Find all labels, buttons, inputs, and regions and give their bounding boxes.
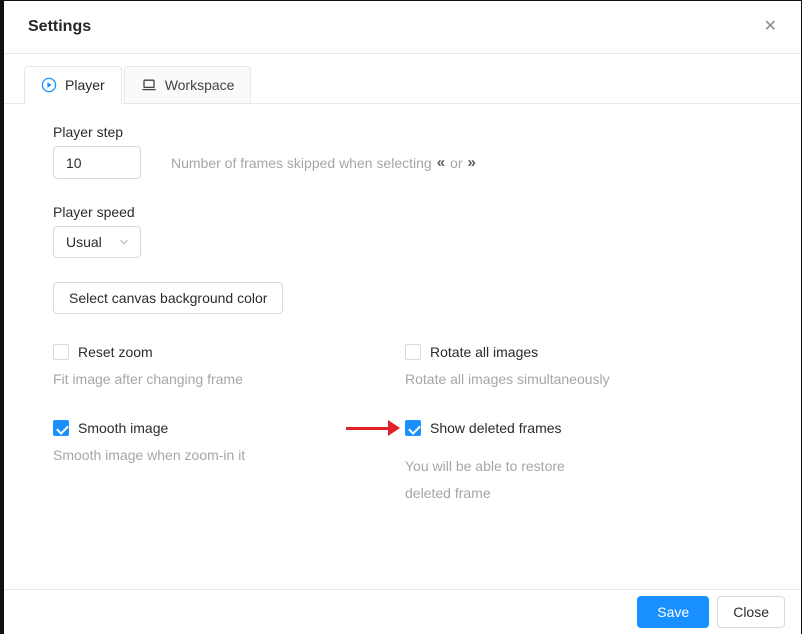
settings-modal: Settings ✕ Player Workspace Pl — [4, 1, 801, 634]
rotate-all-images-checkbox[interactable]: Rotate all images — [405, 341, 777, 363]
player-step-hint-or: or — [450, 155, 462, 171]
save-button[interactable]: Save — [637, 596, 709, 628]
modal-header: Settings ✕ — [4, 1, 801, 54]
player-step-hint-text: Number of frames skipped when selecting — [171, 155, 432, 171]
double-left-chevron-icon: « — [437, 154, 445, 171]
checkbox-box[interactable] — [53, 420, 69, 436]
player-speed-value: Usual — [66, 234, 102, 250]
reset-zoom-checkbox[interactable]: Reset zoom — [53, 341, 405, 363]
smooth-image-label: Smooth image — [78, 420, 168, 436]
settings-tabbar: Player Workspace — [4, 54, 801, 104]
show-deleted-frames-hint: You will be able to restore deleted fram… — [405, 453, 595, 507]
play-circle-icon — [41, 77, 57, 93]
smooth-image-hint: Smooth image when zoom-in it — [53, 447, 405, 463]
chevron-down-icon — [118, 236, 130, 248]
player-step-hint: Number of frames skipped when selecting … — [171, 154, 476, 171]
modal-title: Settings — [28, 18, 91, 36]
player-step-input[interactable] — [53, 146, 141, 179]
double-right-chevron-icon: » — [467, 154, 475, 171]
tab-workspace-label: Workspace — [165, 77, 235, 93]
player-speed-select[interactable]: Usual — [53, 226, 141, 258]
close-icon[interactable]: ✕ — [760, 15, 781, 39]
checkbox-box[interactable] — [405, 420, 421, 436]
show-deleted-frames-checkbox[interactable]: Show deleted frames — [405, 417, 777, 439]
close-button[interactable]: Close — [717, 596, 785, 628]
tab-workspace[interactable]: Workspace — [124, 66, 252, 104]
reset-zoom-label: Reset zoom — [78, 344, 153, 360]
show-deleted-frames-label: Show deleted frames — [430, 420, 562, 436]
reset-zoom-item: Reset zoom Fit image after changing fram… — [53, 341, 405, 387]
laptop-icon — [141, 77, 157, 93]
settings-body: Player step Number of frames skipped whe… — [4, 104, 801, 589]
rotate-all-images-item: Rotate all images Rotate all images simu… — [405, 341, 777, 387]
tab-player-label: Player — [65, 77, 105, 93]
checkbox-box[interactable] — [53, 344, 69, 360]
checkbox-box[interactable] — [405, 344, 421, 360]
checkbox-grid: Reset zoom Fit image after changing fram… — [53, 341, 777, 507]
tab-player[interactable]: Player — [24, 66, 122, 104]
player-step-field: Player step Number of frames skipped whe… — [53, 124, 777, 179]
rotate-all-images-hint: Rotate all images simultaneously — [405, 371, 777, 387]
show-deleted-frames-item: Show deleted frames You will be able to … — [405, 417, 777, 507]
select-canvas-background-color-button[interactable]: Select canvas background color — [53, 282, 283, 314]
red-arrow-annotation-icon — [346, 420, 400, 436]
modal-footer: Save Close — [4, 589, 801, 634]
reset-zoom-hint: Fit image after changing frame — [53, 371, 405, 387]
player-step-label: Player step — [53, 124, 777, 140]
player-speed-field: Player speed Usual — [53, 204, 777, 258]
rotate-all-images-label: Rotate all images — [430, 344, 538, 360]
player-speed-label: Player speed — [53, 204, 777, 220]
